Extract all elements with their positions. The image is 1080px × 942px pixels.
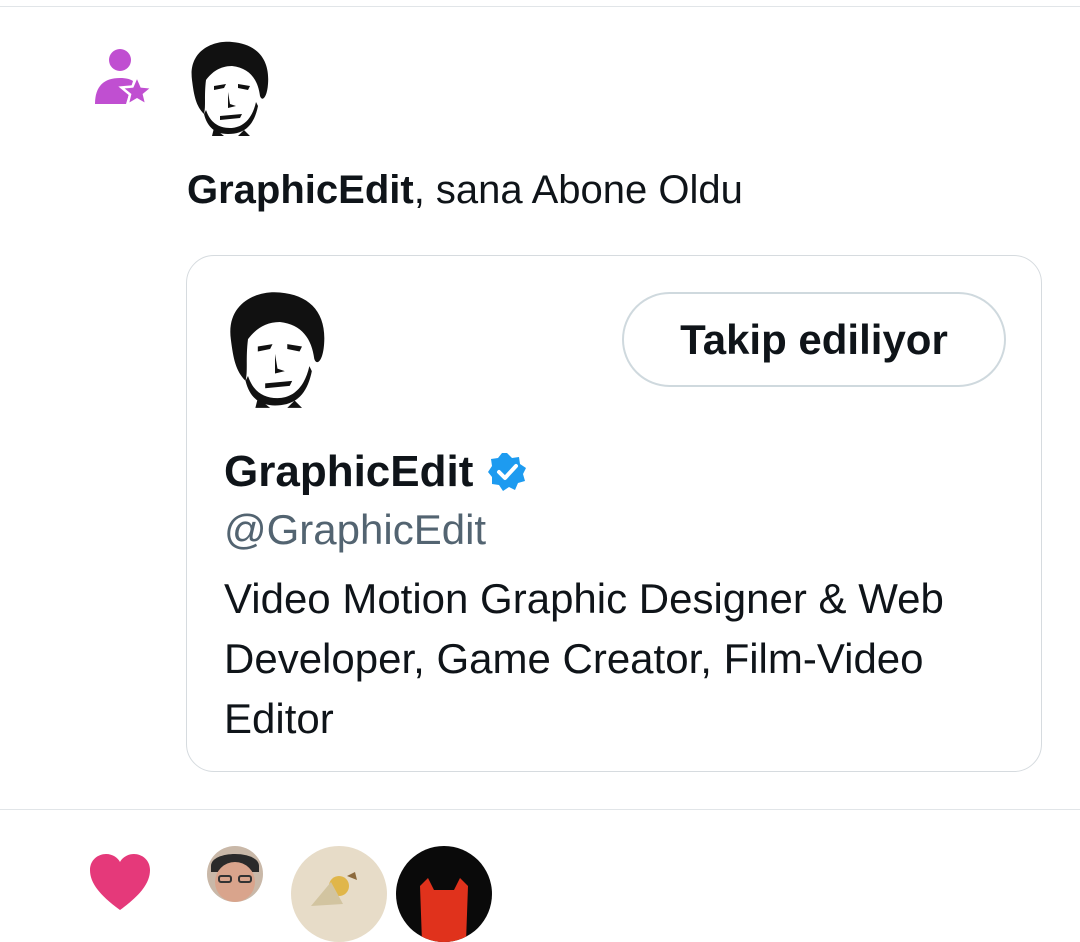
verified-badge-icon [488, 453, 527, 491]
notification-text: GraphicEdit, sana Abone Oldu [187, 166, 743, 214]
profile-avatar[interactable] [221, 290, 329, 408]
liker-avatar-3[interactable] [396, 846, 492, 942]
actor-avatar[interactable] [184, 40, 272, 136]
profile-card[interactable]: Takip ediliyor GraphicEdit @GraphicEdit … [186, 255, 1042, 772]
profile-bio: Video Motion Graphic Designer & Web Deve… [224, 575, 944, 742]
following-button[interactable]: Takip ediliyor [622, 292, 1006, 387]
profile-handle[interactable]: @GraphicEdit [224, 504, 486, 556]
notification-action-text: , sana Abone Oldu [413, 168, 743, 212]
top-divider [0, 6, 1080, 7]
heart-icon [90, 854, 150, 910]
profile-display-name[interactable]: GraphicEdit [224, 446, 473, 498]
actor-name-link[interactable]: GraphicEdit [187, 168, 414, 212]
notification-divider [0, 809, 1080, 810]
liker-avatar-1[interactable] [207, 846, 263, 902]
person-star-icon [95, 49, 154, 108]
liker-avatar-2[interactable] [291, 846, 387, 942]
profile-name[interactable]: GraphicEdit [224, 446, 527, 498]
